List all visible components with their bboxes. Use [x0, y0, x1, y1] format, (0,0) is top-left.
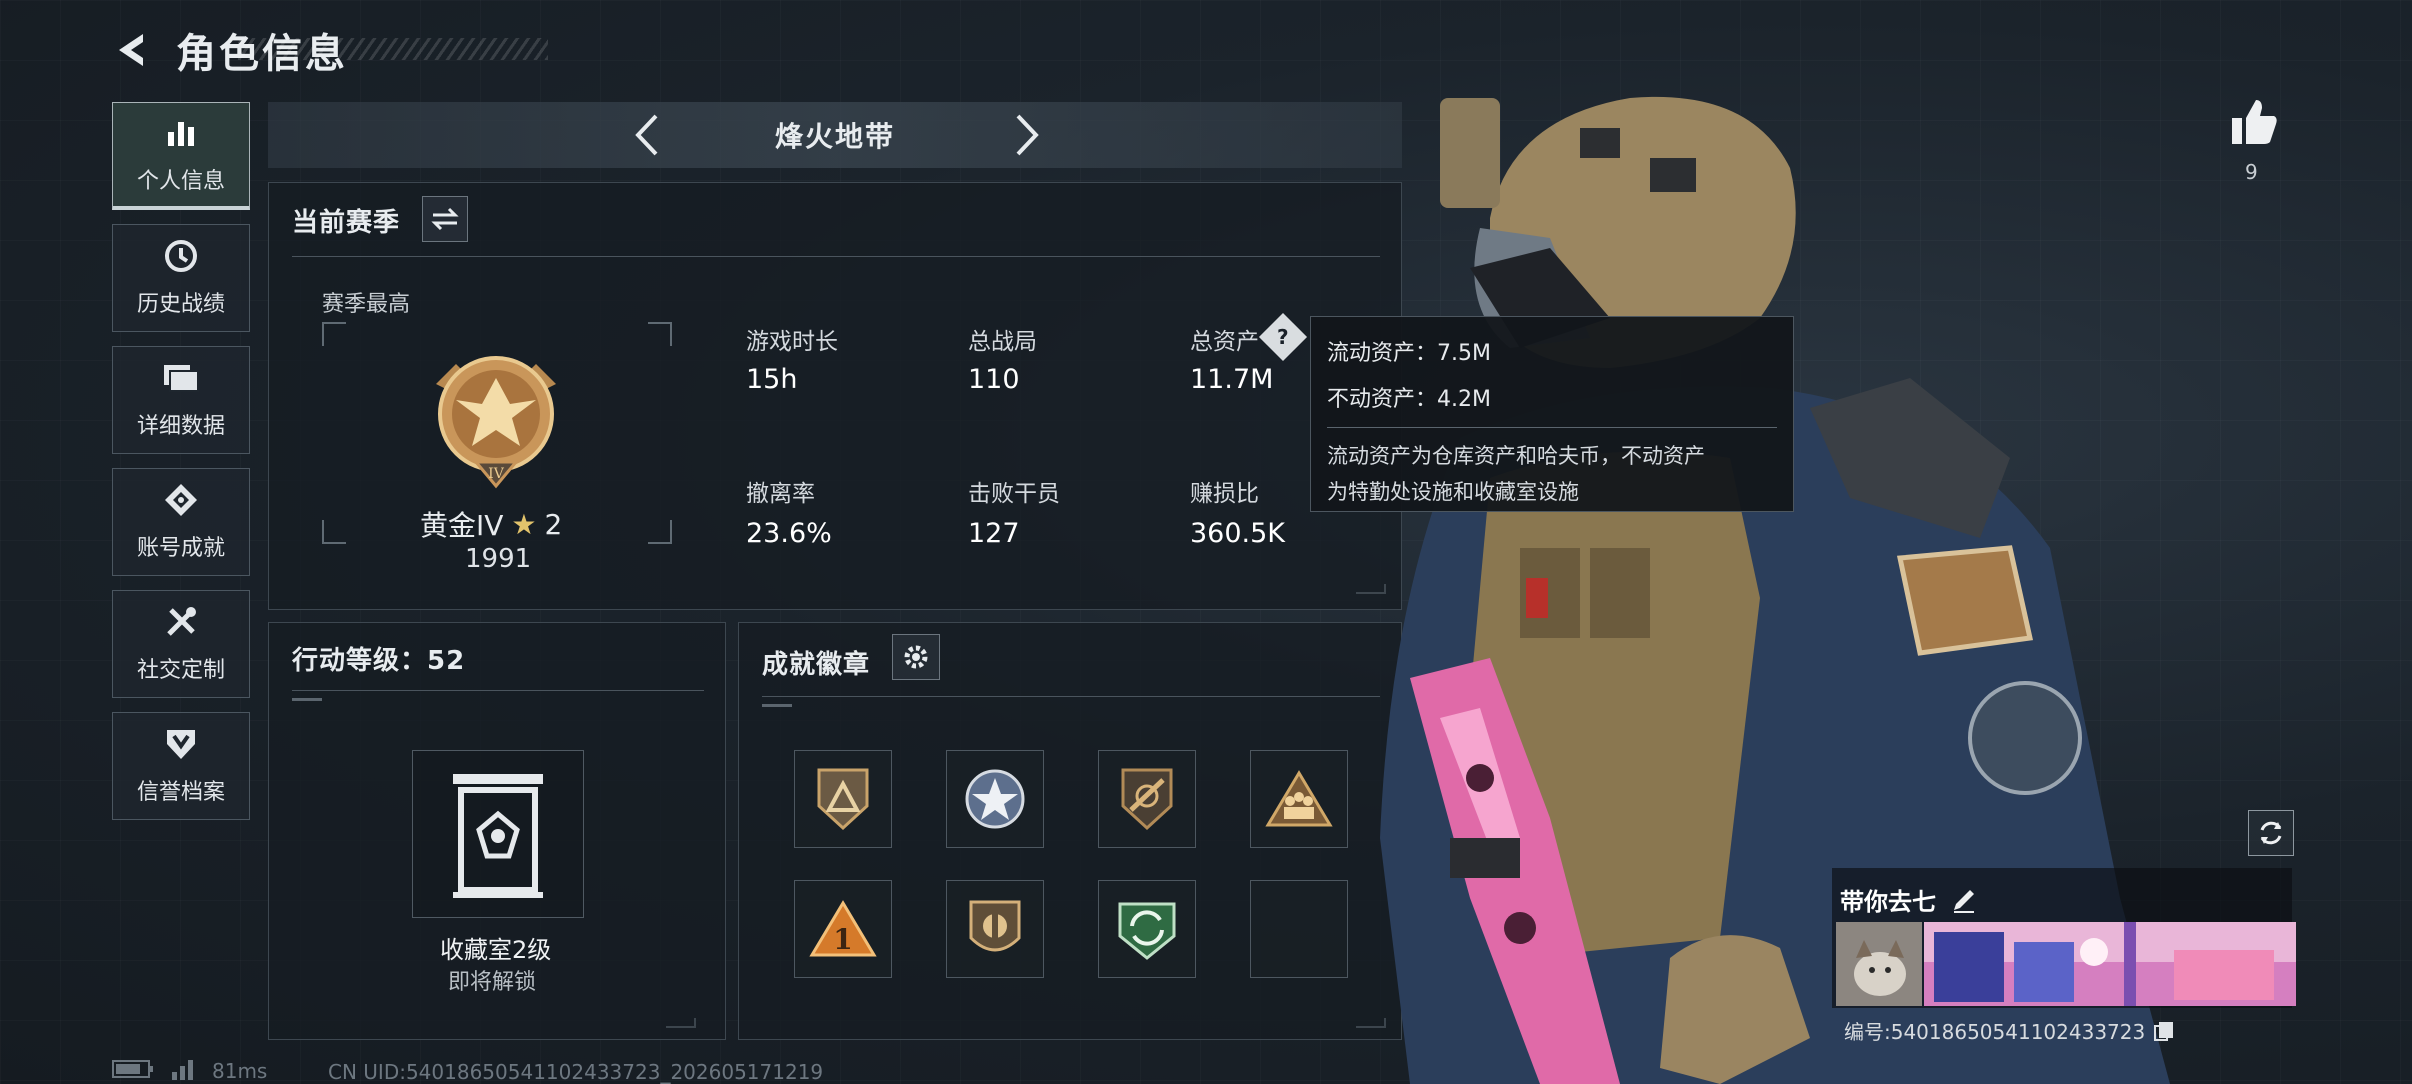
- season-divider: [292, 256, 1380, 257]
- achievements-divider: [762, 696, 1380, 697]
- svg-text:IV: IV: [488, 466, 505, 482]
- emblem-badge-icon[interactable]: [946, 880, 1044, 978]
- history-icon: [161, 238, 201, 274]
- mode-selector: 烽火地带: [268, 102, 1402, 168]
- sidebar-item-achievements[interactable]: 账号成就: [112, 468, 250, 576]
- achievements-title: 成就徽章: [762, 650, 871, 680]
- rotate-icon[interactable]: [2248, 810, 2294, 856]
- thumbs-up-icon[interactable]: [2228, 96, 2280, 148]
- sidebar-item-label: 历史战绩: [136, 292, 225, 317]
- stat-label-kills: 击败干员: [968, 481, 1060, 507]
- gear-icon[interactable]: [892, 634, 940, 680]
- sidebar-item-history[interactable]: 历史战绩: [112, 224, 250, 332]
- folder-icon: [161, 360, 201, 396]
- sidebar-item-reputation[interactable]: 信誉档案: [112, 712, 250, 820]
- stat-value-playtime: 15h: [746, 364, 798, 395]
- sidebar-item-label: 个人信息: [136, 168, 225, 194]
- rank-frame-corner: [648, 520, 672, 544]
- back-arrow-icon[interactable]: [112, 29, 154, 71]
- swap-season-button[interactable]: [422, 196, 468, 242]
- rank-frame-corner: [322, 322, 346, 346]
- player-id: 编号:5401865054110243372​3: [1844, 1016, 2175, 1045]
- green-arrows-badge-icon[interactable]: [1098, 880, 1196, 978]
- copy-icon[interactable]: [2153, 1020, 2175, 1042]
- rank-frame-corner: [322, 520, 346, 544]
- tooltip-liquid-assets: 流动资产：7.5M: [1327, 341, 1491, 366]
- player-card-header: 带你去七: [1840, 882, 1978, 917]
- panel-corner-decoration: [666, 1018, 696, 1028]
- vault-icon[interactable]: [412, 750, 584, 918]
- signal-icon: [170, 1058, 196, 1084]
- ping-value: 81ms: [212, 1059, 268, 1083]
- uid-text: CN UID:5401865054110243372​3_20260517121…: [328, 1060, 824, 1084]
- action-level-divider: [292, 690, 704, 691]
- achievement-icon: [161, 482, 201, 518]
- rank-score: 1991: [465, 544, 532, 574]
- player-id-text: 编号:5401865054110243372​3: [1844, 1020, 2146, 1044]
- tooltip-divider: [1327, 427, 1777, 428]
- assets-tooltip: 流动资产：7.5M 不动资产：4.2M 流动资产为仓库资产和哈夫币，不动资产 为…: [1310, 316, 1794, 512]
- tooltip-description-line2: 为特勤处设施和收藏室设施: [1327, 480, 1579, 504]
- like-count: 9: [2245, 160, 2258, 184]
- sidebar-item-social[interactable]: 社交定制: [112, 590, 250, 698]
- edit-pencil-icon[interactable]: [1950, 886, 1978, 914]
- vault-subtitle: 即将解锁: [448, 970, 537, 995]
- tools-icon: [161, 604, 201, 640]
- vault-title: 收藏室2级: [440, 936, 552, 964]
- avatar[interactable]: [1836, 922, 1922, 1006]
- divider-accent: [292, 698, 322, 701]
- season-panel-title: 当前赛季: [292, 208, 401, 238]
- sidebar-item-personal-info[interactable]: 个人信息: [112, 102, 250, 210]
- stat-value-extraction-rate: 23.6%: [746, 518, 832, 549]
- rank-title: 黄金IV: [420, 509, 504, 542]
- profile-banner: [1924, 922, 2296, 1006]
- stat-label-profit-ratio: 赚损比: [1190, 481, 1259, 507]
- triangle-badge-icon[interactable]: [794, 750, 892, 848]
- battery-icon: [112, 1059, 154, 1084]
- rifle-badge-icon[interactable]: [1098, 750, 1196, 848]
- prev-mode-arrow-icon[interactable]: [622, 110, 672, 160]
- sidebar-item-label: 社交定制: [136, 658, 225, 683]
- title-decoration: [238, 38, 548, 60]
- action-level-title: 行动等级：52: [292, 646, 466, 676]
- rank-name: 黄金IV ★ 2: [420, 504, 562, 544]
- bar-chart-icon: [161, 115, 201, 151]
- gold-rank-badge-icon: IV: [426, 344, 566, 494]
- mode-title: 烽火地带: [774, 120, 895, 153]
- player-name: 带你去七: [1840, 888, 1936, 916]
- svg-text:1: 1: [833, 923, 852, 956]
- tooltip-description-line1: 流动资产为仓库资产和哈夫币，不动资产: [1327, 444, 1705, 468]
- sidebar-item-label: 信誉档案: [136, 780, 225, 805]
- stat-value-profit-ratio: 360.5K: [1190, 518, 1286, 549]
- stat-label-matches: 总战局: [968, 329, 1037, 355]
- tooltip-fixed-assets: 不动资产：4.2M: [1327, 387, 1491, 412]
- divider-accent: [762, 704, 792, 707]
- sidebar-item-label: 详细数据: [136, 414, 225, 439]
- sidebar-item-detail-data[interactable]: 详细数据: [112, 346, 250, 454]
- stat-value-matches: 110: [968, 364, 1020, 395]
- star-icon: ★: [511, 507, 537, 541]
- rank-star-count: 2: [544, 507, 563, 541]
- stat-label-playtime: 游戏时长: [746, 329, 838, 355]
- rank-frame-corner: [648, 322, 672, 346]
- stat-label-extraction-rate: 撤离率: [746, 481, 815, 507]
- stat-value-assets: 11.7M: [1190, 364, 1274, 395]
- stat-value-kills: 127: [968, 518, 1020, 549]
- next-mode-arrow-icon[interactable]: [1002, 110, 1052, 160]
- sidebar-item-label: 账号成就: [136, 536, 225, 561]
- number-one-badge-icon[interactable]: 1: [794, 880, 892, 978]
- shield-icon: [161, 726, 201, 762]
- star-badge-icon[interactable]: [946, 750, 1044, 848]
- status-bar: 81ms: [112, 1058, 267, 1084]
- sidebar: 个人信息 历史战绩 详细数据 账号成就 社交定制 信誉档案: [112, 102, 250, 834]
- season-best-label: 赛季最高: [322, 292, 411, 317]
- stat-label-assets: 总资产: [1190, 329, 1259, 355]
